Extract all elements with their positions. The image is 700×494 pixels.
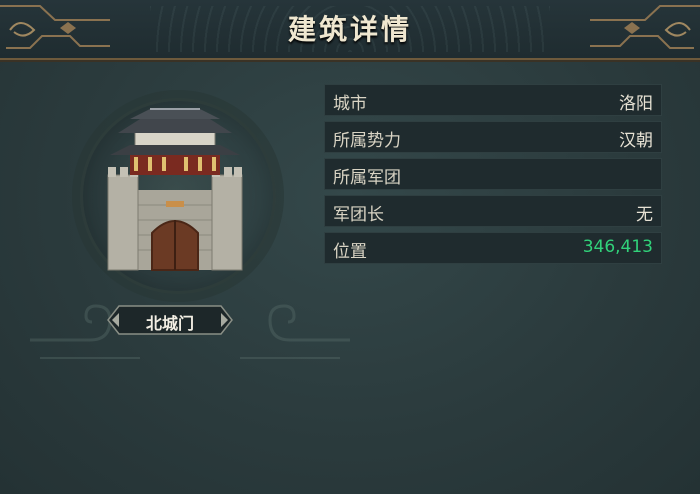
info-value-position[interactable]: 346,413 (583, 237, 653, 257)
building-info-list: 城市 洛阳 所属势力 汉朝 所属军团 军团长 无 位置 346,413 (324, 84, 662, 269)
info-value-faction: 汉朝 (619, 131, 653, 151)
info-row-legion: 所属军团 (324, 158, 662, 190)
building-showcase (30, 80, 350, 359)
info-row-legion-leader: 军团长 无 (324, 195, 662, 227)
info-label-city: 城市 (333, 94, 367, 114)
page-title: 建筑详情 (287, 13, 412, 46)
info-row-position: 位置 346,413 (324, 232, 662, 264)
building-nameplate: 北城门 (107, 305, 233, 335)
info-label-faction: 所属势力 (333, 131, 401, 151)
info-label-legion-leader: 军团长 (333, 205, 384, 225)
right-cloud-swirl-decoration (240, 304, 350, 359)
info-label-position: 位置 (333, 242, 367, 262)
info-row-faction: 所属势力 汉朝 (324, 121, 662, 153)
building-detail-panel: 建筑详情 北城门 城市 洛阳 所属势力 汉朝 所属军团 军团长 无 位置 346… (0, 0, 700, 494)
info-value-city: 洛阳 (619, 94, 653, 114)
panel-header: 建筑详情 (0, 0, 700, 60)
info-label-legion: 所属军团 (333, 168, 401, 188)
info-value-legion-leader: 无 (636, 205, 653, 225)
city-gate-icon (107, 108, 243, 271)
info-row-city: 城市 洛阳 (324, 84, 662, 116)
building-name: 北城门 (145, 314, 194, 333)
